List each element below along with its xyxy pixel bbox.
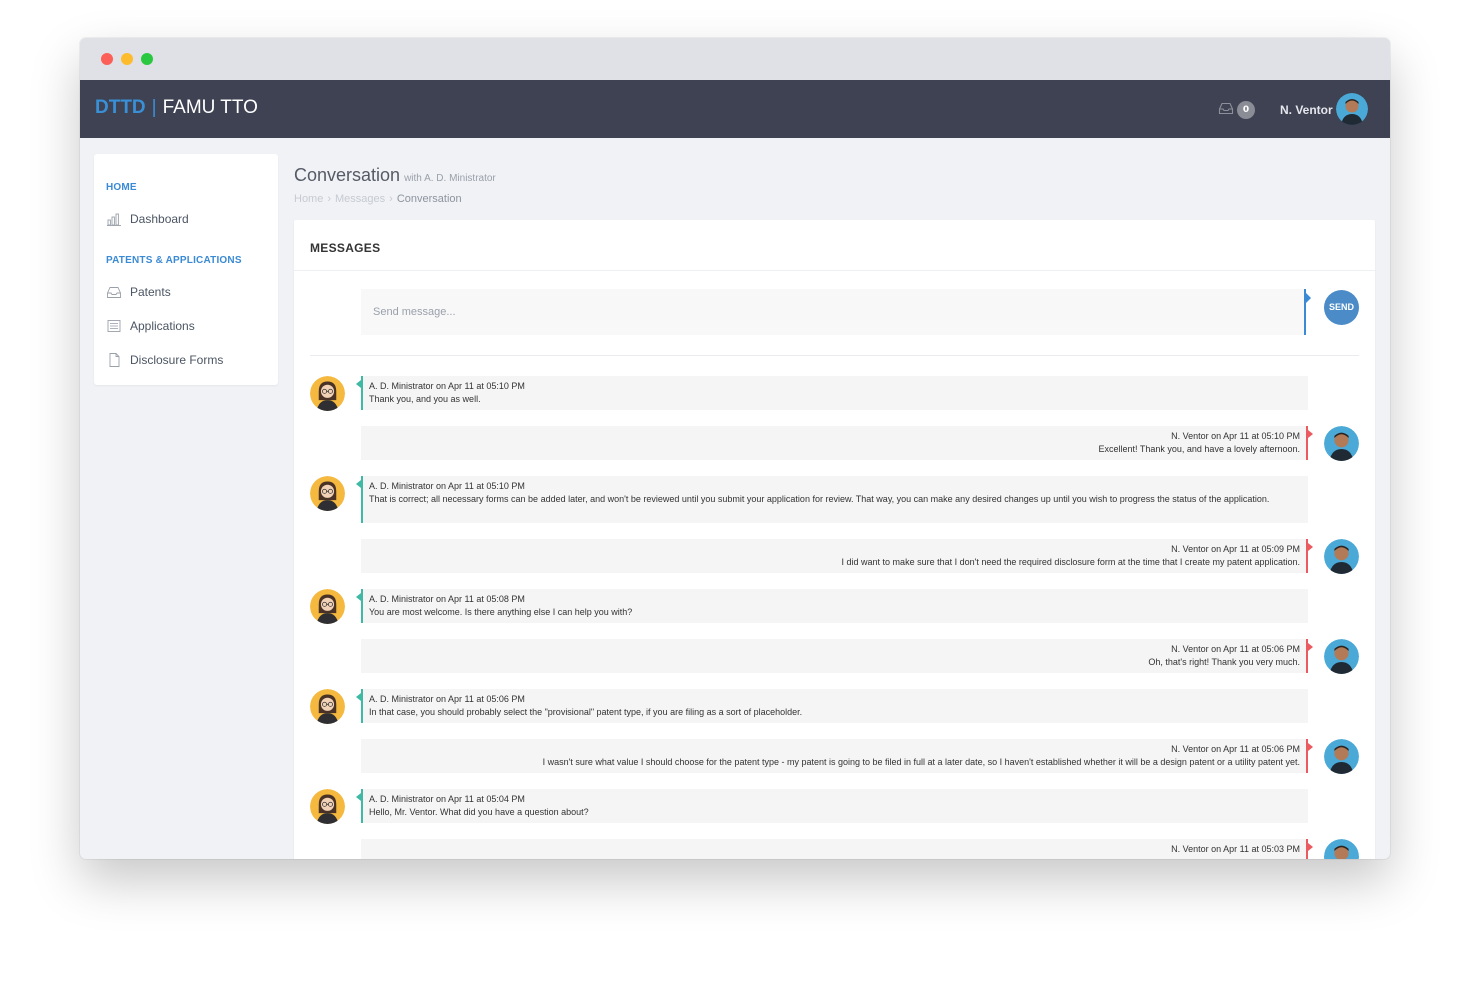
- message-text: Oh, that's right! Thank you very much.: [1148, 657, 1300, 667]
- sidebar-item-patents[interactable]: Patents: [106, 283, 171, 301]
- admin-avatar: [310, 589, 345, 624]
- message-bubble: A. D. Ministrator on Apr 11 at 05:08 PM …: [356, 589, 1308, 623]
- message-meta: A. D. Ministrator on Apr 11 at 05:08 PM: [369, 594, 525, 604]
- user-avatar: [1324, 839, 1359, 859]
- message-meta: A. D. Ministrator on Apr 11 at 05:06 PM: [369, 694, 525, 704]
- message-text: I wasn't sure what value I should choose…: [542, 757, 1300, 767]
- message-bubble: N. Ventor on Apr 11 at 05:03 PM: [361, 839, 1313, 859]
- inbox-icon[interactable]: [1218, 100, 1234, 116]
- user-avatar: [1324, 639, 1359, 674]
- message-bubble: A. D. Ministrator on Apr 11 at 05:04 PM …: [356, 789, 1308, 823]
- message-text: Thank you, and you as well.: [369, 394, 481, 404]
- sidebar-section-home: HOME: [106, 182, 137, 193]
- message-meta: A. D. Ministrator on Apr 11 at 05:04 PM: [369, 794, 525, 804]
- sidebar-item-label: Disclosure Forms: [130, 353, 224, 367]
- page-title: Conversation with A. D. Ministrator: [294, 165, 496, 186]
- message-text: In that case, you should probably select…: [369, 707, 803, 717]
- user-name[interactable]: N. Ventor: [1280, 103, 1333, 117]
- breadcrumb: Home › Messages › Conversation: [294, 193, 462, 205]
- message-bubble: N. Ventor on Apr 11 at 05:06 PM I wasn't…: [361, 739, 1313, 773]
- message-meta: N. Ventor on Apr 11 at 05:06 PM: [1171, 644, 1300, 654]
- message-text: You are most welcome. Is there anything …: [369, 607, 633, 617]
- message-bubble: N. Ventor on Apr 11 at 05:06 PM Oh, that…: [361, 639, 1313, 673]
- message-text: Hello, Mr. Ventor. What did you have a q…: [369, 807, 589, 817]
- message-meta: A. D. Ministrator on Apr 11 at 05:10 PM: [369, 381, 525, 391]
- brand-secondary: FAMU TTO: [162, 97, 258, 118]
- close-window-button[interactable]: [101, 53, 113, 65]
- message-meta: A. D. Ministrator on Apr 11 at 05:10 PM: [369, 481, 525, 491]
- message-bubble: N. Ventor on Apr 11 at 05:10 PM Excellen…: [361, 426, 1313, 460]
- sidebar-item-disclosure-forms[interactable]: Disclosure Forms: [106, 351, 223, 369]
- top-navbar: DTTD | FAMU TTO 0 N. Ventor: [80, 80, 1390, 138]
- page-title-text: Conversation: [294, 165, 401, 185]
- breadcrumb-messages[interactable]: Messages: [335, 193, 385, 205]
- newspaper-icon: [107, 320, 121, 332]
- window-titlebar: [80, 38, 1390, 80]
- user-avatar[interactable]: [1336, 93, 1368, 125]
- chevron-right-icon: ›: [389, 193, 393, 205]
- sidebar-item-applications[interactable]: Applications: [106, 317, 195, 335]
- message-meta: N. Ventor on Apr 11 at 05:03 PM: [1171, 844, 1300, 854]
- message-text: Excellent! Thank you, and have a lovely …: [1098, 444, 1300, 454]
- page-subtitle: with A. D. Ministrator: [404, 173, 496, 184]
- message-meta: N. Ventor on Apr 11 at 05:10 PM: [1171, 431, 1300, 441]
- sidebar-item-label: Applications: [130, 319, 195, 333]
- message-bubble: A. D. Ministrator on Apr 11 at 05:10 PM …: [356, 476, 1308, 523]
- browser-window: DTTD | FAMU TTO 0 N. Ventor HOME Dashboard…: [80, 38, 1390, 859]
- admin-avatar: [310, 376, 345, 411]
- user-avatar: [1324, 539, 1359, 574]
- sidebar-item-label: Patents: [130, 285, 171, 299]
- messages-panel: MESSAGES SEND A. D. Ministrator on Apr 1…: [294, 220, 1375, 859]
- brand-primary: DTTD: [95, 97, 146, 118]
- message-text: That is correct; all necessary forms can…: [369, 494, 1270, 504]
- message-meta: N. Ventor on Apr 11 at 05:06 PM: [1171, 744, 1300, 754]
- chevron-right-icon: ›: [327, 193, 332, 205]
- admin-avatar: [310, 689, 345, 724]
- bar-chart-icon: [107, 213, 121, 226]
- user-avatar: [1324, 426, 1359, 461]
- message-text: I did want to make sure that I don't nee…: [841, 557, 1300, 567]
- sidebar: HOME Dashboard PATENTS & APPLICATIONS Pa…: [94, 154, 278, 385]
- admin-avatar: [310, 789, 345, 824]
- brand-separator: |: [151, 97, 157, 118]
- message-bubble: A. D. Ministrator on Apr 11 at 05:10 PM …: [356, 376, 1308, 410]
- breadcrumb-home[interactable]: Home: [294, 193, 323, 205]
- brand-logo[interactable]: DTTD | FAMU TTO: [95, 95, 258, 120]
- document-icon: [109, 353, 120, 367]
- admin-avatar: [310, 476, 345, 511]
- sidebar-item-label: Dashboard: [130, 212, 189, 226]
- message-meta: N. Ventor on Apr 11 at 05:09 PM: [1171, 544, 1300, 554]
- message-list: A. D. Ministrator on Apr 11 at 05:10 PM …: [294, 220, 1375, 859]
- message-bubble: N. Ventor on Apr 11 at 05:09 PM I did wa…: [361, 539, 1313, 573]
- message-bubble: A. D. Ministrator on Apr 11 at 05:06 PM …: [356, 689, 1308, 723]
- sidebar-section-patents: PATENTS & APPLICATIONS: [106, 255, 242, 266]
- minimize-window-button[interactable]: [121, 53, 133, 65]
- maximize-window-button[interactable]: [141, 53, 153, 65]
- breadcrumb-current: Conversation: [396, 193, 462, 205]
- user-avatar: [1324, 739, 1359, 774]
- sidebar-item-dashboard[interactable]: Dashboard: [106, 210, 189, 228]
- inbox-count-badge: 0: [1237, 101, 1255, 119]
- inbox-icon: [107, 287, 121, 298]
